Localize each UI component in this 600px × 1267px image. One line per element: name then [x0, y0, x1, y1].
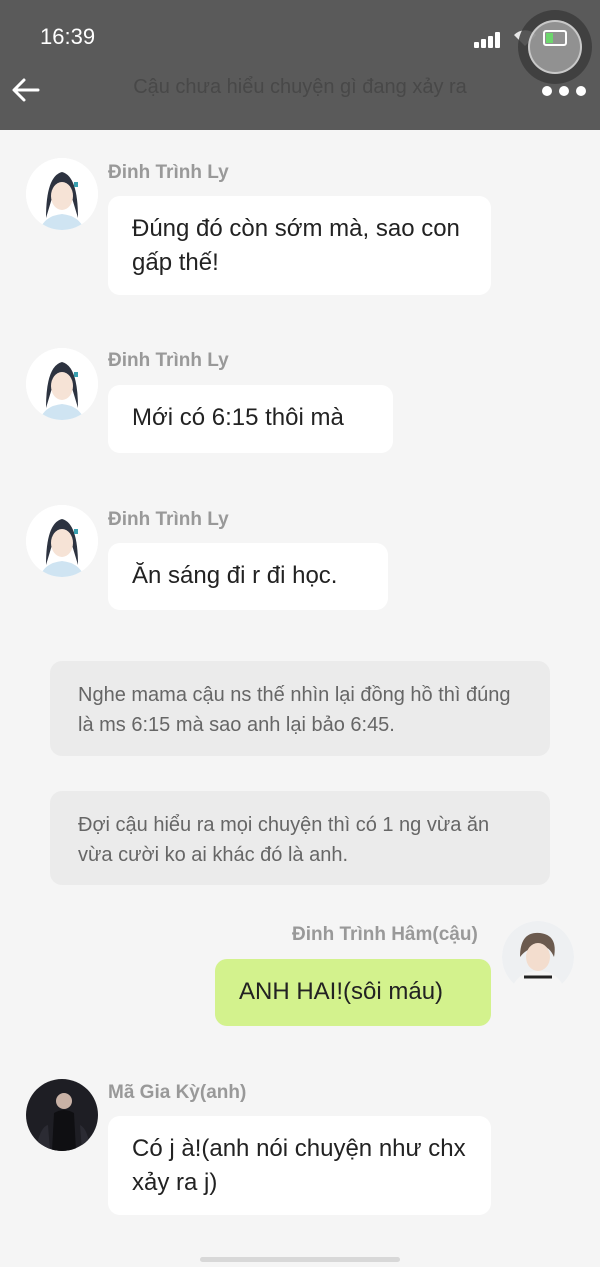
avatar-ma-gia-ky[interactable]	[26, 1079, 98, 1151]
avatar-dinh-trinh-ham[interactable]	[502, 921, 574, 993]
sender-name: Mã Gia Kỳ(anh)	[108, 1082, 247, 1103]
more-options-icon[interactable]	[542, 86, 586, 98]
sender-name: Đinh Trình Hâm(cậu)	[292, 924, 478, 945]
floating-assistive-button[interactable]	[518, 10, 592, 84]
back-arrow-icon[interactable]	[10, 74, 42, 106]
sender-name: Đinh Trình Ly	[108, 509, 229, 530]
sender-name: Đinh Trình Ly	[108, 162, 229, 183]
avatar-dinh-trinh-ly[interactable]	[26, 505, 98, 577]
battery-icon	[543, 30, 567, 46]
top-bar: 16:39 Cậu chưa hiểu chuyện gì đang xảy r…	[0, 0, 600, 130]
avatar-dinh-trinh-ly[interactable]	[26, 348, 98, 420]
message-bubble-own[interactable]: ANH HAI!(sôi máu)	[215, 959, 491, 1026]
status-time: 16:39	[40, 24, 96, 49]
message-bubble[interactable]: Mới có 6:15 thôi mà	[108, 385, 393, 453]
narration-block: Đợi cậu hiểu ra mọi chuyện thì có 1 ng v…	[50, 791, 550, 885]
chat-title: Cậu chưa hiểu chuyện gì đang xảy ra	[133, 76, 467, 98]
avatar-dinh-trinh-ly[interactable]	[26, 158, 98, 230]
narration-block: Nghe mama cậu ns thế nhìn lại đồng hồ th…	[50, 661, 550, 756]
message-bubble[interactable]: Ăn sáng đi r đi học.	[108, 543, 388, 610]
cellular-signal-icon	[474, 30, 504, 48]
message-bubble[interactable]: Đúng đó còn sớm mà, sao con gấp thế!	[108, 196, 491, 295]
home-indicator[interactable]	[200, 1257, 400, 1262]
sender-name: Đinh Trình Ly	[108, 350, 229, 371]
message-bubble[interactable]: Có j à!(anh nói chuyện như chx xảy ra j)	[108, 1116, 491, 1215]
